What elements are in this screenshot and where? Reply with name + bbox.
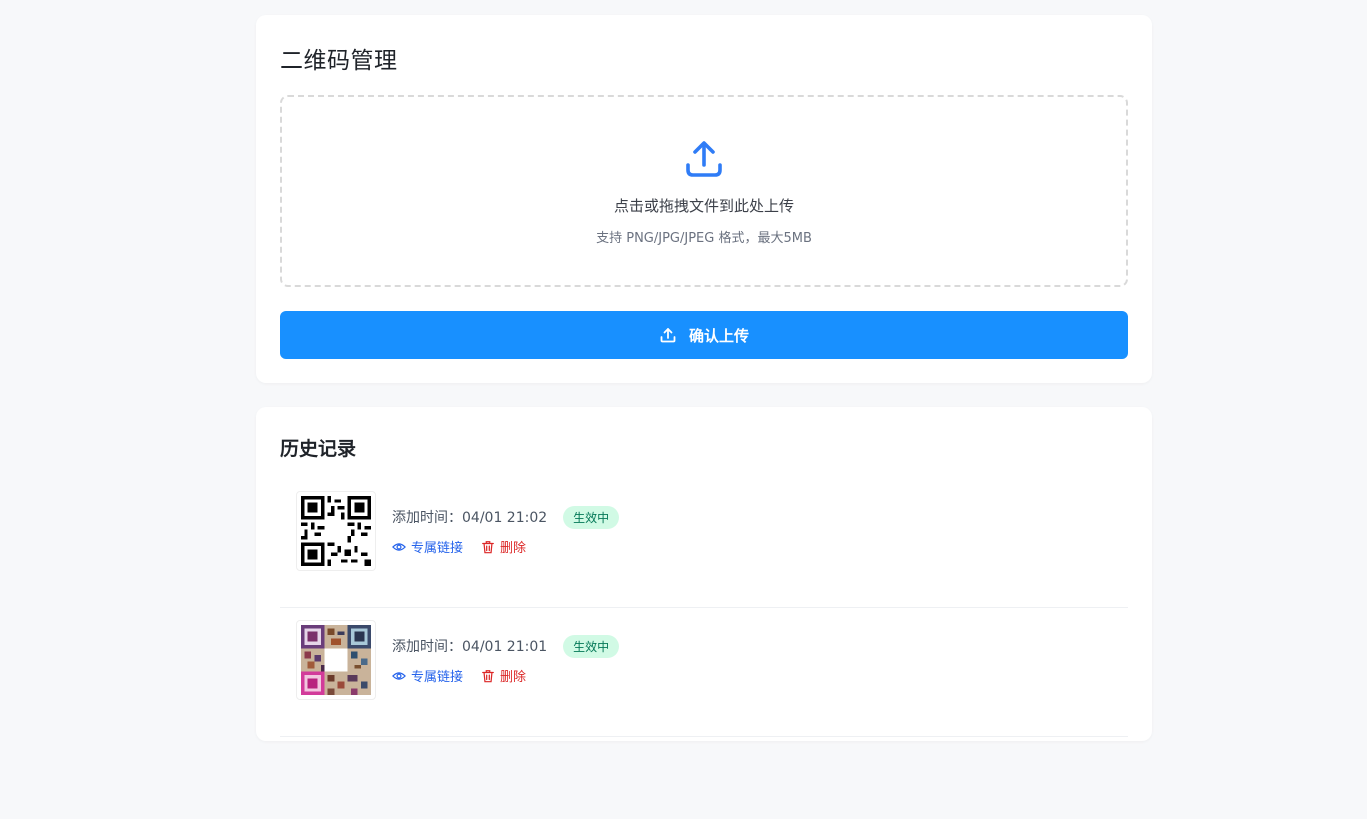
trash-icon	[482, 669, 494, 682]
page-title: 二维码管理	[280, 48, 398, 74]
history-item: 添加时间：04/01 21:02 生效中 专属链接 删除	[280, 479, 1128, 608]
added-time: 添加时间：04/01 21:01	[392, 639, 548, 655]
eye-icon	[392, 542, 406, 551]
trash-icon	[482, 540, 494, 553]
dropzone-text: 点击或拖拽文件到此处上传	[613, 197, 794, 215]
history-item: 添加时间：04/01 21:01 生效中 专属链接 删除	[280, 608, 1128, 737]
delete-label: 删除	[500, 670, 527, 685]
history-title: 历史记录	[280, 438, 357, 460]
history-list: 添加时间：04/01 21:02 生效中 专属链接 删除 添加时间：04/01 …	[280, 479, 1128, 737]
view-link-button[interactable]: 专属链接	[392, 666, 463, 685]
confirm-upload-label: 确认上传	[688, 326, 749, 345]
dropzone-hint: 支持 PNG/JPG/JPEG 格式，最大5MB	[596, 231, 812, 246]
view-link-button[interactable]: 专属链接	[392, 537, 463, 556]
confirm-upload-button[interactable]: 确认上传	[280, 311, 1128, 359]
view-link-label: 专属链接	[411, 670, 464, 685]
history-card: 历史记录 添加时间：04/01 21:02 生效中 专属链接 删除 添加时间：0…	[256, 407, 1152, 741]
added-time: 添加时间：04/01 21:02	[392, 510, 548, 526]
upload-icon	[660, 328, 676, 343]
upload-icon	[686, 141, 722, 177]
delete-button[interactable]: 删除	[481, 666, 526, 685]
view-link-label: 专属链接	[411, 541, 464, 556]
status-badge: 生效中	[563, 505, 620, 529]
delete-label: 删除	[500, 541, 527, 556]
qr-code-image	[301, 496, 371, 566]
upload-dropzone[interactable]: 点击或拖拽文件到此处上传 支持 PNG/JPG/JPEG 格式，最大5MB	[280, 95, 1128, 287]
eye-icon	[392, 671, 406, 680]
history-item-info: 添加时间：04/01 21:02 生效中 专属链接 删除	[392, 505, 620, 556]
qr-thumbnail[interactable]	[296, 491, 376, 571]
upload-card: 二维码管理 点击或拖拽文件到此处上传 支持 PNG/JPG/JPEG 格式，最大…	[256, 15, 1152, 383]
history-item-info: 添加时间：04/01 21:01 生效中 专属链接 删除	[392, 634, 620, 685]
delete-button[interactable]: 删除	[481, 537, 526, 556]
status-badge: 生效中	[563, 634, 620, 658]
qr-thumbnail[interactable]	[296, 620, 376, 700]
qr-code-image	[301, 625, 371, 695]
